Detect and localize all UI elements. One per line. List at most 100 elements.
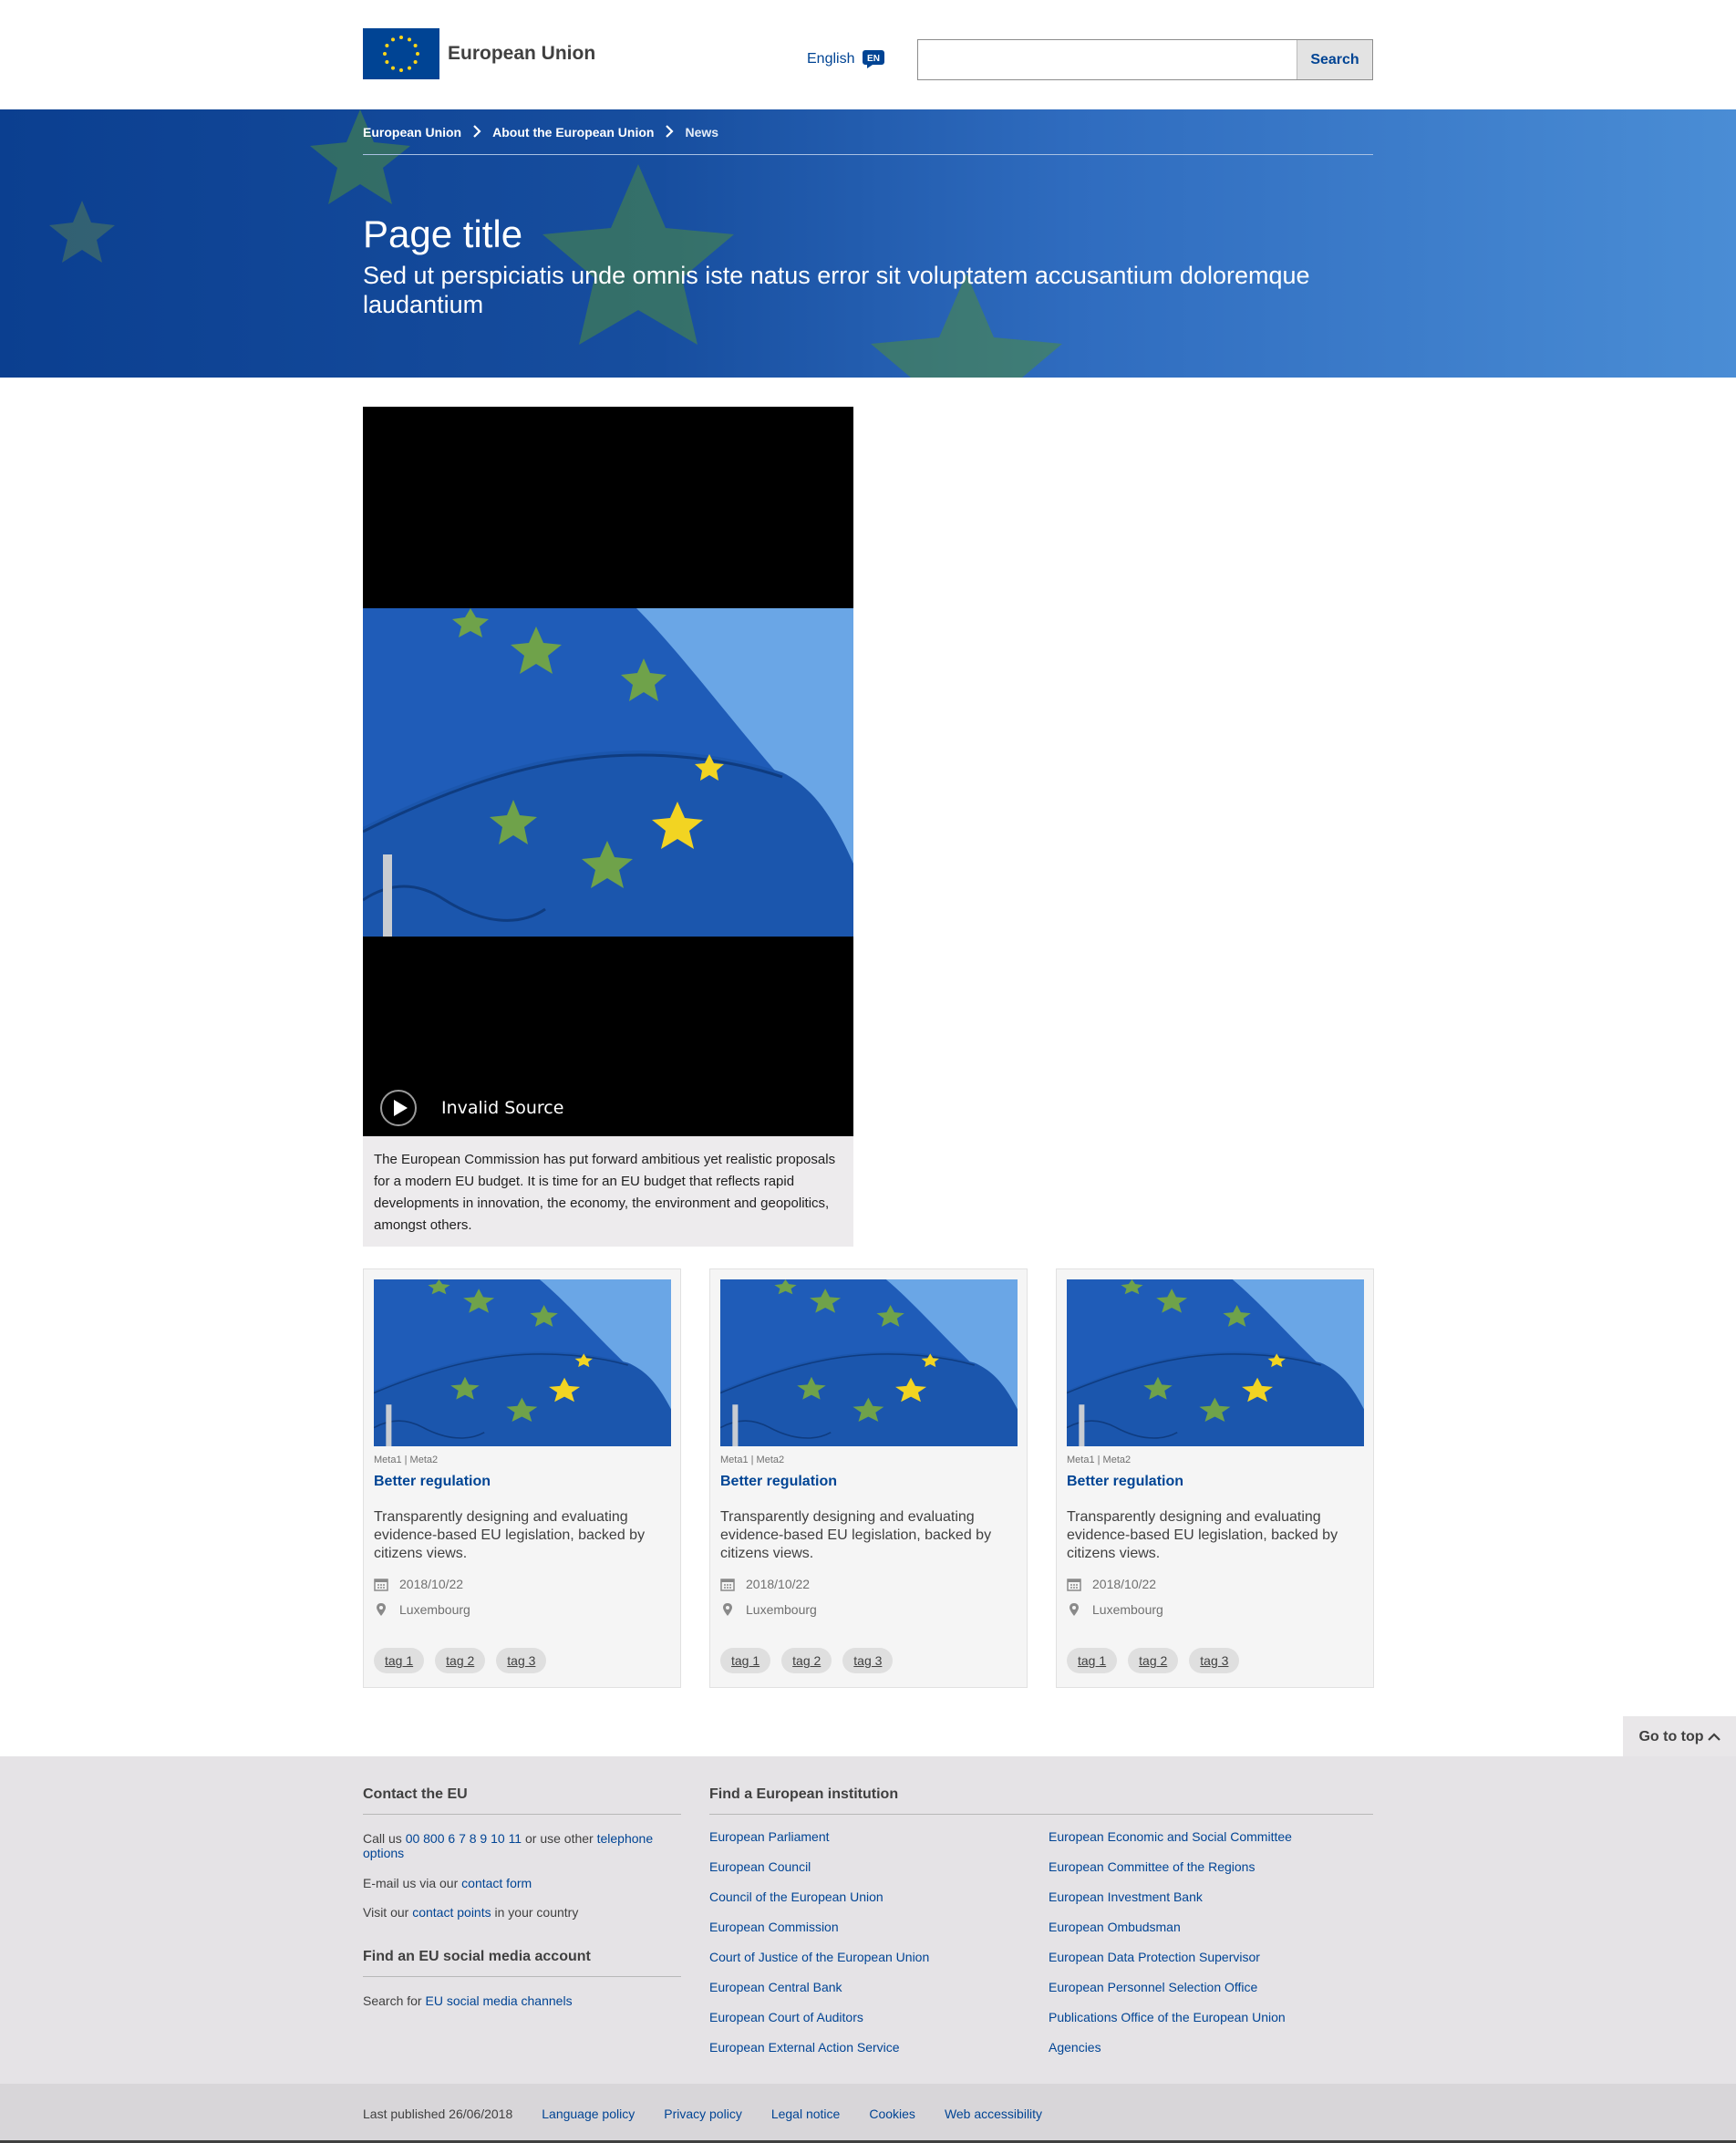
site-logo[interactable]: European Union (363, 28, 595, 79)
card-tags: tag 1 tag 2 tag 3 (374, 1648, 547, 1673)
card-title-link[interactable]: Better regulation (1067, 1474, 1183, 1490)
chevron-right-icon (472, 125, 481, 140)
cookies-link[interactable]: Cookies (869, 2107, 915, 2121)
contact-heading: Contact the EU (363, 1786, 681, 1815)
card-image[interactable] (374, 1279, 671, 1446)
visit-prefix: Visit our (363, 1905, 409, 1920)
tag-link[interactable]: tag 3 (1189, 1648, 1240, 1673)
card-date-text: 2018/10/22 (1092, 1577, 1157, 1591)
card-image[interactable] (1067, 1279, 1364, 1446)
breadcrumb: European Union About the European Union … (363, 125, 1373, 155)
card-location: Luxembourg (720, 1602, 817, 1617)
card-image[interactable] (720, 1279, 1018, 1446)
go-to-top-button[interactable]: Go to top (1623, 1716, 1736, 1757)
language-policy-link[interactable]: Language policy (542, 2107, 635, 2121)
language-code: EN (868, 54, 881, 64)
card-date: 2018/10/22 (1067, 1577, 1156, 1591)
institution-link[interactable]: Publications Office of the European Unio… (1049, 2010, 1286, 2024)
card-date-text: 2018/10/22 (746, 1577, 811, 1591)
location-pin-icon (723, 1603, 732, 1616)
chevron-up-icon (1707, 1732, 1720, 1741)
eu-flag-photo (363, 608, 853, 937)
card-title-link[interactable]: Better regulation (374, 1474, 491, 1490)
language-label: English (807, 51, 855, 67)
page-title: Page title (363, 212, 523, 255)
location-pin-icon (377, 1603, 386, 1616)
legal-notice-link[interactable]: Legal notice (771, 2107, 841, 2121)
privacy-policy-link[interactable]: Privacy policy (664, 2107, 742, 2121)
tag-link[interactable]: tag 1 (720, 1648, 771, 1673)
tag-link[interactable]: tag 1 (1067, 1648, 1118, 1673)
institution-list-left: European Parliament European Council Cou… (709, 1829, 929, 2070)
institution-list-right: European Economic and Social Committee E… (1049, 1829, 1292, 2070)
calendar-icon (720, 1579, 735, 1591)
card-meta: Meta1 | Meta2 (374, 1455, 439, 1465)
play-icon[interactable] (379, 1089, 418, 1127)
page-subtitle: Sed ut perspiciatis unde omnis iste natu… (363, 262, 1310, 318)
tag-link[interactable]: tag 1 (374, 1648, 425, 1673)
visit-suffix: in your country (494, 1905, 579, 1920)
institution-link[interactable]: Agencies (1049, 2040, 1101, 2055)
institution-link[interactable]: European Committee of the Regions (1049, 1859, 1255, 1874)
news-card: Meta1 | Meta2 Better regulation Transpar… (363, 1268, 681, 1688)
institution-link[interactable]: European Economic and Social Committee (1049, 1829, 1292, 1844)
card-location: Luxembourg (374, 1602, 470, 1617)
institution-link[interactable]: European Investment Bank (1049, 1889, 1203, 1904)
site-header: European Union English EN Search (0, 0, 1736, 109)
card-location-text: Luxembourg (1092, 1602, 1163, 1617)
card-location-text: Luxembourg (399, 1602, 470, 1617)
video-controls: Invalid Source (379, 1089, 563, 1127)
social-prefix: Search for (363, 1993, 422, 2008)
video-caption: The European Commission has put forward … (363, 1136, 853, 1247)
call-prefix: Call us (363, 1831, 402, 1846)
social-text: Search for EU social media channels (363, 1993, 573, 2008)
institution-link[interactable]: European Court of Auditors (709, 2010, 863, 2024)
contact-visit-text: Visit our contact points in your country (363, 1905, 578, 1920)
location-pin-icon (1070, 1603, 1079, 1616)
tag-link[interactable]: tag 3 (842, 1648, 894, 1673)
chevron-right-icon (665, 125, 675, 140)
contact-phone-text: Call us 00 800 6 7 8 9 10 11 or use othe… (363, 1831, 673, 1860)
institution-link[interactable]: European Council (709, 1859, 811, 1874)
institution-link[interactable]: European Ombudsman (1049, 1920, 1181, 1934)
search-button[interactable]: Search (1297, 40, 1372, 79)
institution-link[interactable]: European Parliament (709, 1829, 830, 1844)
tag-link[interactable]: tag 2 (781, 1648, 832, 1673)
institution-heading: Find a European institution (709, 1786, 1373, 1815)
phone-number-link[interactable]: 00 800 6 7 8 9 10 11 (406, 1831, 522, 1846)
institution-link[interactable]: European Personnel Selection Office (1049, 1980, 1257, 1994)
contact-form-link[interactable]: contact form (461, 1876, 532, 1890)
social-heading: Find an EU social media account (363, 1949, 681, 1977)
search-input[interactable] (918, 40, 1297, 79)
card-title-link[interactable]: Better regulation (720, 1474, 837, 1490)
video-player[interactable]: Invalid Source (363, 407, 853, 1136)
card-location-text: Luxembourg (746, 1602, 817, 1617)
social-media-link[interactable]: EU social media channels (425, 1993, 572, 2008)
institution-link[interactable]: European Commission (709, 1920, 839, 1934)
card-date-text: 2018/10/22 (399, 1577, 464, 1591)
footer-bottom-bar: Last published 26/06/2018 Language polic… (0, 2084, 1736, 2143)
card-description: Transparently designing and evaluating e… (374, 1509, 646, 1561)
news-card: Meta1 | Meta2 Better regulation Transpar… (709, 1268, 1028, 1688)
logo-text: European Union (448, 43, 596, 64)
news-card: Meta1 | Meta2 Better regulation Transpar… (1056, 1268, 1374, 1688)
web-accessibility-link[interactable]: Web accessibility (945, 2107, 1042, 2121)
tag-link[interactable]: tag 2 (1128, 1648, 1179, 1673)
tag-link[interactable]: tag 2 (435, 1648, 486, 1673)
language-bubble-icon: EN (863, 50, 885, 68)
institution-link[interactable]: European External Action Service (709, 2040, 900, 2055)
institution-link[interactable]: Council of the European Union (709, 1889, 884, 1904)
last-published: Last published 26/06/2018 (363, 2106, 513, 2121)
tag-link[interactable]: tag 3 (496, 1648, 547, 1673)
page-header-banner: European Union About the European Union … (0, 109, 1736, 378)
language-selector[interactable]: English EN (807, 49, 885, 69)
calendar-icon (374, 1579, 388, 1591)
email-prefix: E-mail us via our (363, 1876, 459, 1890)
breadcrumb-item-about[interactable]: About the European Union (492, 125, 654, 140)
card-meta: Meta1 | Meta2 (1067, 1455, 1132, 1465)
institution-link[interactable]: European Central Bank (709, 1980, 842, 1994)
institution-link[interactable]: Court of Justice of the European Union (709, 1950, 929, 1964)
institution-link[interactable]: European Data Protection Supervisor (1049, 1950, 1260, 1964)
contact-points-link[interactable]: contact points (412, 1905, 491, 1920)
breadcrumb-item-home[interactable]: European Union (363, 125, 461, 140)
